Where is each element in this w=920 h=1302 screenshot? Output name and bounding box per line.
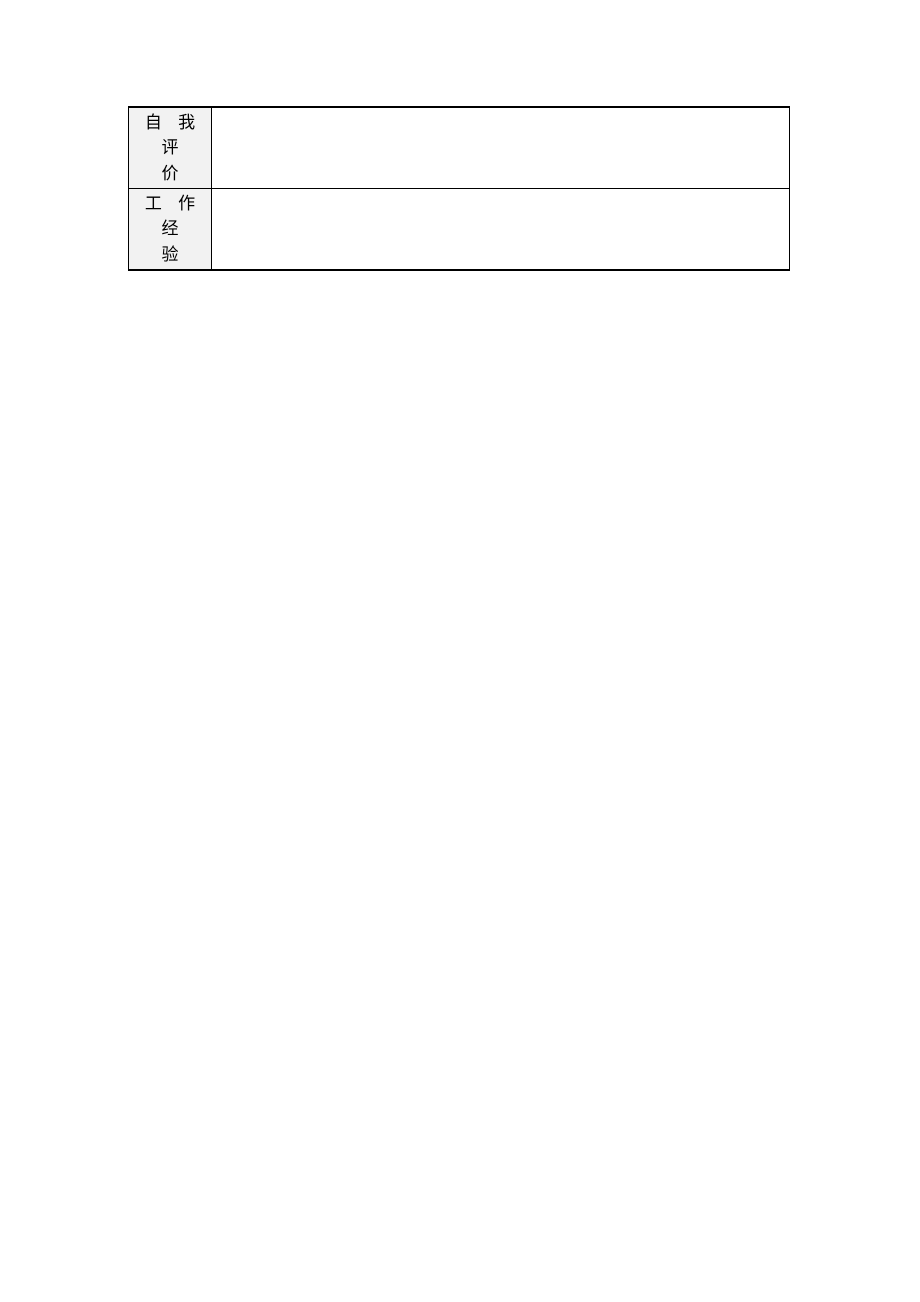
label-line1: 工 作 经 — [133, 191, 207, 242]
label-line2: 价 — [133, 161, 207, 187]
table-row: 自 我 评 价 — [128, 108, 790, 189]
label-line1: 自 我 评 — [133, 110, 207, 161]
row-content-self-evaluation — [212, 108, 790, 188]
row-label-self-evaluation: 自 我 评 价 — [128, 108, 212, 188]
label-line2: 验 — [133, 242, 207, 268]
row-content-work-experience — [212, 189, 790, 269]
row-label-work-experience: 工 作 经 验 — [128, 189, 212, 269]
form-table: 自 我 评 价 工 作 经 验 — [128, 106, 790, 271]
table-row: 工 作 经 验 — [128, 189, 790, 269]
